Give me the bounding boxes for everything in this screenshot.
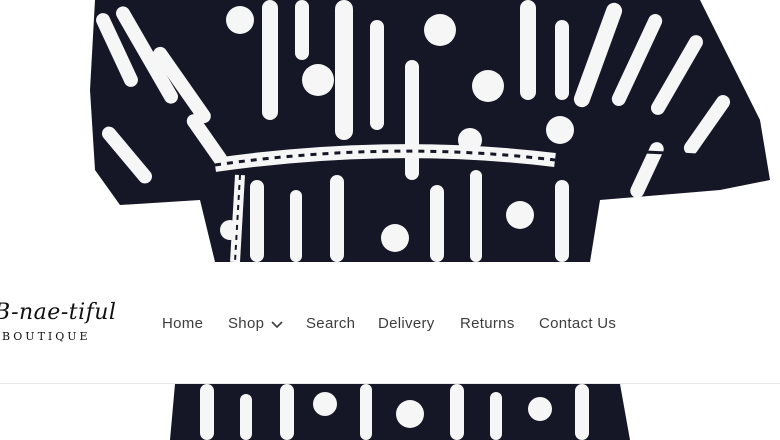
nav-item-search[interactable]: Search: [306, 312, 355, 336]
nav-item-home[interactable]: Home: [162, 312, 203, 336]
product-image-top: [0, 0, 780, 262]
product-image-bottom: [0, 384, 780, 440]
site-header: B-nae-tiful BOUTIQUE Home Shop Search De…: [0, 262, 780, 384]
nav-item-contact-us[interactable]: Contact Us: [539, 312, 616, 336]
nav-item-returns[interactable]: Returns: [460, 312, 515, 336]
nav-item-delivery[interactable]: Delivery: [378, 312, 435, 336]
store-logo[interactable]: B-nae-tiful BOUTIQUE: [0, 300, 117, 348]
dress-pattern-image-lower: [170, 384, 630, 440]
chevron-down-icon[interactable]: [270, 314, 284, 334]
logo-script-text: B-nae-tiful: [0, 300, 117, 325]
logo-subtitle: BOUTIQUE: [2, 330, 91, 343]
nav-item-shop[interactable]: Shop: [228, 312, 264, 336]
dress-pattern-image: [90, 0, 770, 262]
